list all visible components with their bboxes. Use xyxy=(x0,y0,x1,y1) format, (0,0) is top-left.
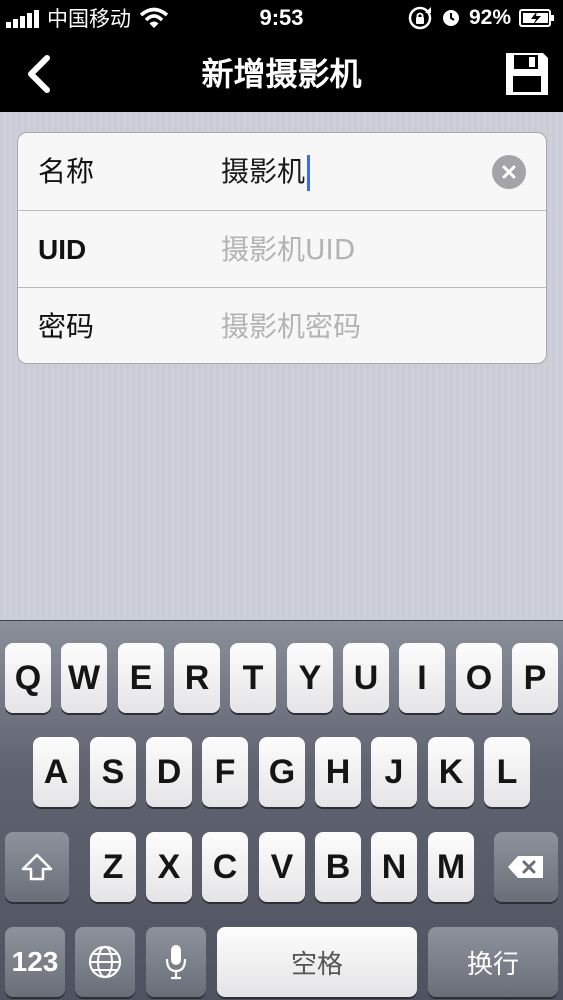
key-v[interactable]: V xyxy=(259,832,305,902)
key-p[interactable]: P xyxy=(512,643,558,713)
key-m[interactable]: M xyxy=(428,832,474,902)
password-input[interactable]: 摄影机密码 xyxy=(221,288,361,363)
key-o[interactable]: O xyxy=(456,643,502,713)
alarm-clock-icon xyxy=(442,10,459,26)
camera-form: 名称 摄影机 UID 摄影机UID 密码 摄影机密码 xyxy=(17,132,547,364)
password-row: 密码 摄影机密码 xyxy=(18,287,546,363)
clear-button[interactable] xyxy=(492,155,526,189)
key-s[interactable]: S xyxy=(90,737,136,807)
name-label: 名称 xyxy=(38,155,95,188)
battery-percent: 92% xyxy=(468,6,511,29)
navigation-bar: 新增摄影机 xyxy=(0,36,563,112)
shift-arrow-icon xyxy=(21,853,53,881)
key-b[interactable]: B xyxy=(315,832,361,902)
key-f[interactable]: F xyxy=(202,737,248,807)
save-button[interactable] xyxy=(503,50,551,98)
page-title: 新增摄影机 xyxy=(201,55,362,93)
space-key[interactable]: 空格 xyxy=(217,927,417,997)
key-d[interactable]: D xyxy=(146,737,192,807)
key-y[interactable]: Y xyxy=(287,643,333,713)
battery-charging-icon xyxy=(519,9,554,27)
uid-row: UID 摄影机UID xyxy=(18,210,546,287)
key-i[interactable]: I xyxy=(399,643,445,713)
microphone-key[interactable] xyxy=(146,927,206,997)
uid-input[interactable]: 摄影机UID xyxy=(221,211,355,288)
name-row: 名称 摄影机 xyxy=(18,133,546,210)
key-a[interactable]: A xyxy=(33,737,79,807)
name-input[interactable]: 摄影机 xyxy=(221,133,311,210)
key-g[interactable]: G xyxy=(259,737,305,807)
password-label: 密码 xyxy=(38,310,95,343)
key-x[interactable]: X xyxy=(146,832,192,902)
microphone-icon xyxy=(165,945,187,980)
uid-label: UID xyxy=(38,234,87,265)
key-e[interactable]: E xyxy=(118,643,164,713)
floppy-save-icon xyxy=(506,53,548,95)
globe-key[interactable] xyxy=(75,927,135,997)
text-caret xyxy=(307,155,311,191)
key-r[interactable]: R xyxy=(174,643,220,713)
shift-key[interactable] xyxy=(5,832,69,902)
key-n[interactable]: N xyxy=(371,832,417,902)
globe-icon xyxy=(88,945,122,979)
key-c[interactable]: C xyxy=(202,832,248,902)
key-u[interactable]: U xyxy=(343,643,389,713)
clear-x-icon xyxy=(502,165,516,179)
return-key[interactable]: 换行 xyxy=(428,927,558,997)
backspace-icon xyxy=(508,856,543,878)
key-l[interactable]: L xyxy=(484,737,530,807)
status-bar: 中国移动 9:53 92% xyxy=(0,0,563,36)
content-area: 名称 摄影机 UID 摄影机UID 密码 摄影机密码 xyxy=(0,112,563,620)
key-q[interactable]: Q xyxy=(5,643,51,713)
key-h[interactable]: H xyxy=(315,737,361,807)
backspace-key[interactable] xyxy=(494,832,558,902)
status-right: 92% xyxy=(407,0,555,36)
name-input-text: 摄影机 xyxy=(221,155,306,188)
rotation-lock-icon xyxy=(408,6,432,30)
key-t[interactable]: T xyxy=(230,643,276,713)
key-w[interactable]: W xyxy=(61,643,107,713)
key-z[interactable]: Z xyxy=(90,832,136,902)
back-button[interactable] xyxy=(14,50,62,98)
chevron-left-icon xyxy=(28,55,50,93)
key-k[interactable]: K xyxy=(428,737,474,807)
key-j[interactable]: J xyxy=(371,737,417,807)
numbers-key[interactable]: 123 xyxy=(5,927,65,997)
keyboard: Q W E R T Y U I O P A S D F G H J K L Z … xyxy=(0,620,563,1000)
